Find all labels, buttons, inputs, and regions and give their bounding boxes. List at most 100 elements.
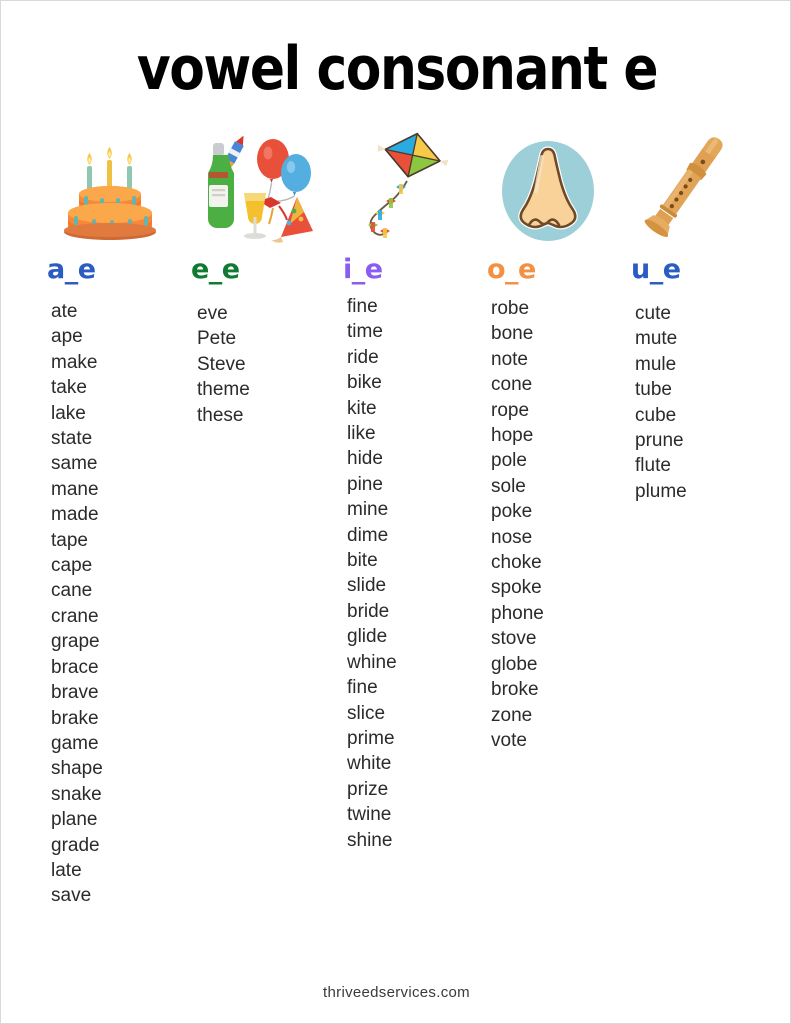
word-column-i-e: i_e fine time ride bike kite like hide p… [329, 129, 475, 853]
list-item: mute [635, 328, 678, 350]
list-item: vote [491, 729, 527, 751]
page-title: vowel consonant e [136, 33, 658, 104]
list-item: made [51, 504, 99, 526]
list-item: spoke [491, 577, 542, 599]
column-header-e-e: e_e [191, 254, 240, 285]
list-item: globe [491, 653, 538, 675]
list-item: kite [347, 397, 377, 419]
list-item: time [347, 321, 383, 343]
list-item: grape [51, 631, 100, 653]
list-item: note [491, 348, 528, 370]
list-item: make [51, 351, 98, 373]
list-item: choke [491, 552, 542, 574]
list-item: late [51, 859, 82, 881]
list-item: same [51, 453, 98, 475]
word-list-a-e: ate ape make take lake state same mane m… [37, 299, 103, 909]
list-item: bone [491, 323, 534, 345]
list-item: bike [347, 372, 382, 394]
list-item: Pete [197, 328, 237, 350]
list-item: cone [491, 374, 533, 396]
list-item: ape [51, 326, 83, 348]
list-item: zone [491, 704, 533, 726]
list-item: grade [51, 834, 100, 856]
list-item: take [51, 377, 87, 399]
list-item: poke [491, 501, 533, 523]
word-column-u-e: u_e cute mute mule tube cube prune flute… [621, 129, 767, 504]
word-columns: a_e ate ape make take lake state same ma… [37, 129, 757, 909]
list-item: shape [51, 758, 103, 780]
list-item: cute [635, 303, 671, 324]
list-item: rope [491, 399, 530, 421]
illustration-flute-recorder [621, 129, 767, 245]
list-item: sole [491, 475, 526, 497]
worksheet-page: vowel consonant e a_e ate ape make take … [0, 0, 791, 1024]
list-item: ate [51, 301, 78, 322]
nose-icon [489, 133, 607, 245]
list-item: cane [51, 580, 93, 602]
celebration-party-icon [193, 129, 319, 245]
word-list-u-e: cute mute mule tube cube prune flute plu… [621, 301, 687, 504]
list-item: save [51, 885, 92, 907]
list-item: plane [51, 809, 98, 831]
list-item: ride [347, 346, 379, 368]
list-item: prize [347, 778, 389, 800]
list-item: Steve [197, 353, 246, 375]
word-list-e-e: eve Pete Steve theme these [183, 301, 250, 428]
column-header-a-e: a_e [47, 254, 96, 285]
list-item: crane [51, 605, 99, 627]
list-item: hide [347, 448, 383, 470]
list-item: broke [491, 679, 539, 701]
illustration-birthday-cake [37, 129, 183, 245]
list-item: cape [51, 555, 93, 577]
list-item: eve [197, 303, 228, 324]
list-item: slide [347, 575, 387, 597]
list-item: lake [51, 402, 86, 424]
list-item: fine [347, 677, 378, 699]
list-item: like [347, 423, 376, 445]
list-item: hope [491, 425, 534, 447]
list-item: phone [491, 602, 544, 624]
list-item: prune [635, 430, 684, 452]
list-item: mule [635, 353, 677, 375]
list-item: cube [635, 404, 677, 426]
list-item: mine [347, 499, 389, 521]
list-item: whine [347, 651, 397, 673]
list-item: slice [347, 702, 386, 724]
list-item: fine [347, 296, 378, 317]
list-item: dime [347, 524, 389, 546]
list-item: twine [347, 804, 392, 826]
illustration-nose [475, 129, 621, 245]
word-column-a-e: a_e ate ape make take lake state same ma… [37, 129, 183, 909]
kite-icon [339, 129, 465, 245]
list-item: brake [51, 707, 99, 729]
list-item: glide [347, 626, 388, 648]
birthday-cake-icon [56, 133, 164, 245]
list-item: tape [51, 529, 88, 551]
word-list-o-e: robe bone note cone rope hope pole sole … [475, 296, 544, 753]
list-item: bride [347, 600, 390, 622]
list-item: robe [491, 298, 530, 319]
illustration-kite [329, 129, 475, 245]
list-item: mane [51, 478, 99, 500]
page-title-container: vowel consonant e [1, 33, 790, 104]
column-header-i-e: i_e [343, 254, 383, 285]
column-header-o-e: o_e [487, 254, 536, 285]
list-item: flute [635, 455, 671, 477]
word-column-o-e: o_e robe bone note cone rope hope pole s… [475, 129, 621, 753]
list-item: snake [51, 783, 102, 805]
word-list-i-e: fine time ride bike kite like hide pine … [329, 294, 397, 853]
footer-website: thriveedservices.com [323, 984, 470, 1001]
list-item: shine [347, 829, 393, 851]
list-item: white [347, 753, 392, 775]
column-header-u-e: u_e [631, 254, 681, 285]
list-item: brace [51, 656, 99, 678]
list-item: game [51, 732, 99, 754]
illustration-celebration-party [183, 129, 329, 245]
flute-recorder-icon [631, 129, 757, 245]
list-item: theme [197, 379, 250, 401]
list-item: pole [491, 450, 527, 472]
list-item: plume [635, 480, 687, 502]
word-column-e-e: e_e eve Pete Steve theme these [183, 129, 329, 428]
list-item: prime [347, 727, 395, 749]
list-item: nose [491, 526, 533, 548]
